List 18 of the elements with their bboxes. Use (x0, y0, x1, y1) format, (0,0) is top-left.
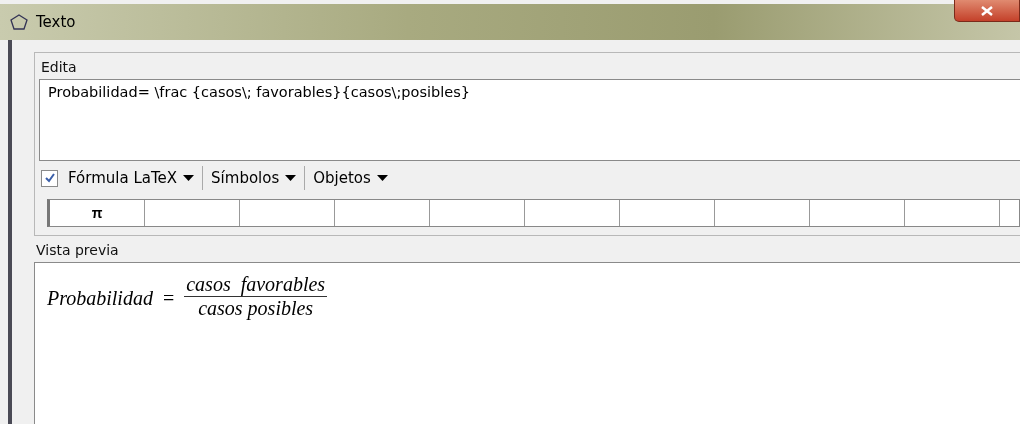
window-title: Texto (36, 13, 76, 31)
equals-sign: = (162, 287, 175, 310)
formula-text: Probabilidad (47, 287, 153, 310)
menu-dropdown[interactable]: Objetos (305, 169, 396, 187)
latex-checkbox[interactable]: Fórmula LaTeX (39, 169, 203, 187)
checkmark-icon (43, 172, 56, 184)
close-icon (981, 5, 993, 16)
caret-icon (285, 175, 297, 181)
fraction-denominator: casos posibles (197, 297, 315, 320)
polygon-icon (10, 14, 28, 30)
section-label: Edita (40, 58, 77, 77)
menu-dropdown[interactable]: Símbolos (203, 169, 305, 187)
close-button[interactable] (954, 0, 1020, 22)
section-label: Vista previa (35, 241, 119, 260)
latex-input-field[interactable]: Probabilidad= \frac {casos\; favorables}{casos\;posibles} (39, 79, 1020, 161)
fraction-numerator: casos favorables (184, 273, 328, 297)
caret-icon (183, 175, 195, 181)
caret-icon (376, 175, 388, 181)
